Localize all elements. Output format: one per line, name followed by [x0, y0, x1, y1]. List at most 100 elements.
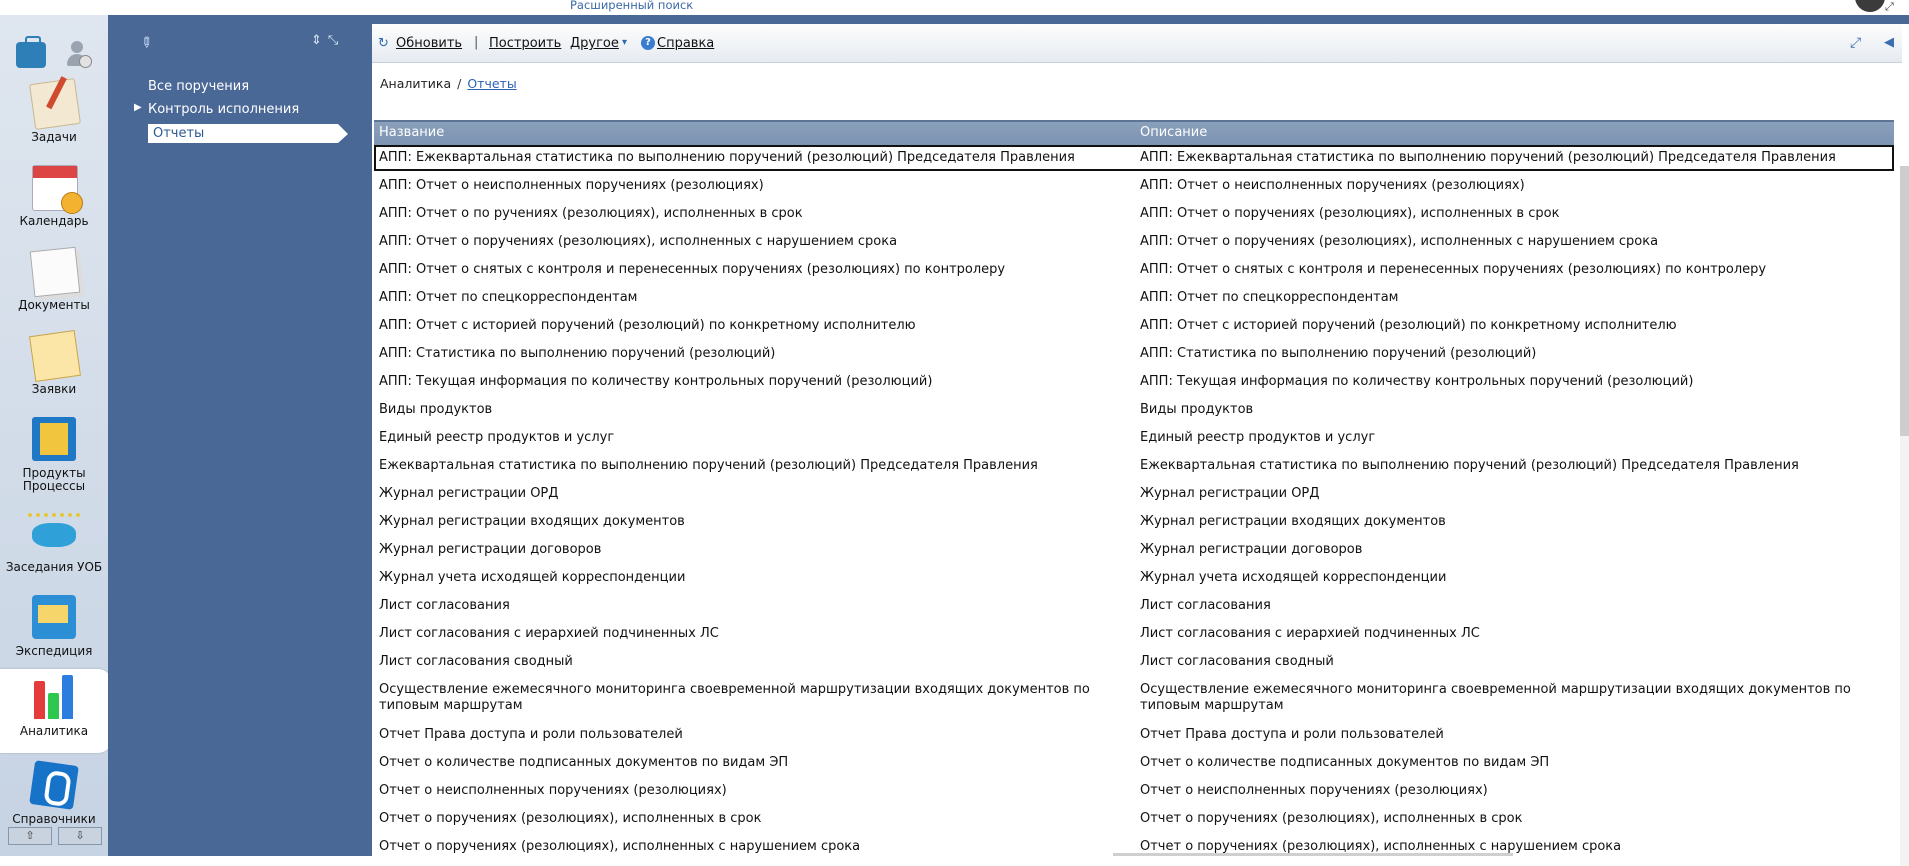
products-icon [32, 417, 76, 461]
user-avatar[interactable] [1855, 0, 1885, 12]
table-row[interactable]: АПП: Текущая информация по количеству ко… [374, 369, 1894, 397]
table-row[interactable]: Журнал учета исходящей корреспонденции Жу… [374, 565, 1894, 593]
cell-description: Ежеквартальная статистика по выполнению … [1140, 458, 1799, 473]
user-settings-icon[interactable] [65, 41, 92, 69]
table-row[interactable]: Отчет о поручениях (резолюциях), исполне… [374, 806, 1894, 834]
nav-item-label: Задачи [31, 130, 77, 144]
expand-icon[interactable]: ⤢ [1885, 0, 1894, 14]
tree-item-label: Отчеты [153, 126, 205, 141]
cell-description: Единый реестр продуктов и услуг [1140, 430, 1376, 445]
cell-description: АПП: Ежеквартальная статистика по выполн… [1140, 150, 1836, 165]
cell-description: АПП: Отчет с историей поручений (резолюц… [1140, 318, 1677, 333]
advanced-search-link[interactable]: Расширенный поиск [570, 0, 693, 12]
breadcrumb-separator: / [457, 76, 462, 91]
cell-description: Лист согласования сводный [1140, 654, 1334, 669]
calendar-icon [32, 165, 83, 214]
table-row[interactable]: АПП: Статистика по выполнению поручений … [374, 341, 1894, 369]
table-row[interactable]: Отчет о количестве подписанных документо… [374, 750, 1894, 778]
nav-item-label: Продукты Процессы [22, 466, 86, 493]
breadcrumb: Аналитика / Отчеты [380, 76, 517, 91]
table-row[interactable]: Лист согласования с иерархией подчиненны… [374, 621, 1894, 649]
table-row[interactable]: Отчет о неисполненных поручениях (резолю… [374, 778, 1894, 806]
help-icon[interactable]: ? [641, 36, 655, 50]
pin-icon[interactable]: ✎ [136, 33, 156, 53]
table-row[interactable]: Осуществление ежемесячного мониторинга с… [374, 677, 1894, 722]
cell-name: Журнал учета исходящей корреспонденции [379, 570, 686, 585]
nav-item-requests[interactable]: Заявки [0, 327, 108, 411]
cell-name: Осуществление ежемесячного мониторинга с… [379, 682, 1090, 713]
nav-item-meetings[interactable]: Заседания УОБ [0, 505, 108, 589]
toolbar-separator: | [474, 35, 479, 50]
table-row[interactable]: АПП: Отчет с историей поручений (резолюц… [374, 313, 1894, 341]
table-row[interactable]: АПП: Отчет по спецкорреспондентам АПП: От… [374, 285, 1894, 313]
help-button[interactable]: Справка [657, 36, 714, 51]
collapse-expand-icons[interactable]: ⇕⤡ [311, 33, 344, 48]
table-row[interactable]: Виды продуктов Виды продуктов [374, 397, 1894, 425]
table-row[interactable]: Ежеквартальная статистика по выполнению … [374, 453, 1894, 481]
tree-item-reports[interactable]: Отчеты [148, 124, 348, 143]
refresh-button[interactable]: Обновить [396, 36, 462, 51]
cell-description: Отчет Права доступа и роли пользователей [1140, 727, 1444, 742]
vertical-scrollbar[interactable] [1900, 166, 1909, 866]
cell-name: Журнал регистрации договоров [379, 542, 602, 557]
cell-description: АПП: Отчет о неисполненных поручениях (р… [1140, 178, 1525, 193]
nav-item-analytics[interactable]: Аналитика [0, 669, 126, 753]
scroll-up-button[interactable]: ⇧ [8, 827, 52, 845]
cell-description: Лист согласования с иерархией подчиненны… [1140, 626, 1480, 641]
collapse-panel-icon[interactable]: ◀ [1884, 35, 1894, 50]
cell-name: Виды продуктов [379, 402, 493, 417]
cell-name: Журнал регистрации входящих документов [379, 514, 685, 529]
nav-item-calendar[interactable]: Календарь [0, 159, 108, 243]
cell-description: Отчет о неисполненных поручениях (резолю… [1140, 783, 1488, 798]
main-content: ↻ Обновить | Построить Другое ▾ ? Справк… [372, 24, 1909, 866]
table-row[interactable]: АПП: Отчет о по ручениях (резолюциях), и… [374, 201, 1894, 229]
meetings-icon [28, 513, 80, 547]
cell-name: Журнал регистрации ОРД [379, 486, 559, 501]
table-row[interactable]: Журнал регистрации договоров Журнал регис… [374, 537, 1894, 565]
refresh-icon[interactable]: ↻ [378, 36, 389, 51]
cell-description: АПП: Статистика по выполнению поручений … [1140, 346, 1537, 361]
scroll-down-button[interactable]: ⇩ [58, 827, 102, 845]
breadcrumb-current[interactable]: Отчеты [467, 76, 516, 91]
cell-name: Отчет о поручениях (резолюциях), исполне… [379, 811, 762, 826]
nav-item-documents[interactable]: Документы [0, 243, 108, 327]
tree-item-all-tasks[interactable]: Все поручения [148, 79, 249, 94]
cell-name: АПП: Текущая информация по количеству ко… [379, 374, 933, 389]
cell-description: АПП: Отчет о поручениях (резолюциях), ис… [1140, 234, 1659, 249]
scrollbar-thumb[interactable] [1900, 166, 1909, 436]
column-header-name[interactable]: Название [379, 125, 444, 140]
cell-name: АПП: Ежеквартальная статистика по выполн… [379, 150, 1075, 165]
cell-name: АПП: Отчет о по ручениях (резолюциях), и… [379, 206, 803, 221]
table-body: АПП: Ежеквартальная статистика по выполн… [374, 145, 1894, 862]
table-row[interactable]: Лист согласования Лист согласования [374, 593, 1894, 621]
fullscreen-icon[interactable]: ⤢ [1850, 35, 1861, 51]
reference-icon [29, 760, 79, 810]
table-row[interactable]: Журнал регистрации входящих документов Жу… [374, 509, 1894, 537]
table-row[interactable]: АПП: Отчет о поручениях (резолюциях), ис… [374, 229, 1894, 257]
nav-item-expedition[interactable]: Экспедиция [0, 589, 108, 673]
table-header: Название Описание [374, 120, 1894, 145]
chevron-down-icon[interactable]: ▾ [622, 37, 627, 48]
table-row[interactable]: Отчет о поручениях (резолюциях), исполне… [374, 834, 1894, 862]
table-row[interactable]: АПП: Ежеквартальная статистика по выполн… [374, 145, 1894, 171]
cell-name: АПП: Отчет о снятых с контроля и перенес… [379, 262, 1006, 277]
column-header-description[interactable]: Описание [1140, 125, 1207, 140]
table-row[interactable]: Единый реестр продуктов и услуг Единый ре… [374, 425, 1894, 453]
nav-item-products[interactable]: Продукты Процессы [0, 411, 108, 495]
briefcase-icon[interactable] [16, 36, 46, 68]
build-button[interactable]: Построить [489, 36, 561, 51]
cell-description: Журнал регистрации входящих документов [1140, 514, 1446, 529]
table-row[interactable]: АПП: Отчет о снятых с контроля и перенес… [374, 257, 1894, 285]
table-row[interactable]: АПП: Отчет о неисполненных поручениях (р… [374, 173, 1894, 201]
table-row[interactable]: Журнал регистрации ОРД Журнал регистрации… [374, 481, 1894, 509]
expand-arrow-icon[interactable]: ▶ [134, 102, 142, 113]
other-menu-button[interactable]: Другое [570, 36, 619, 51]
cell-description: Отчет о поручениях (резолюциях), исполне… [1140, 811, 1523, 826]
nav-item-tasks[interactable]: Задачи [0, 75, 108, 159]
cell-name: Лист согласования сводный [379, 654, 573, 669]
table-row[interactable]: Лист согласования сводный Лист согласован… [374, 649, 1894, 677]
table-row[interactable]: Отчет Права доступа и роли пользователей… [374, 722, 1894, 750]
tree-item-control[interactable]: Контроль исполнения [148, 102, 299, 117]
analytics-icon [32, 675, 76, 719]
nav-item-label: Экспедиция [15, 644, 93, 658]
